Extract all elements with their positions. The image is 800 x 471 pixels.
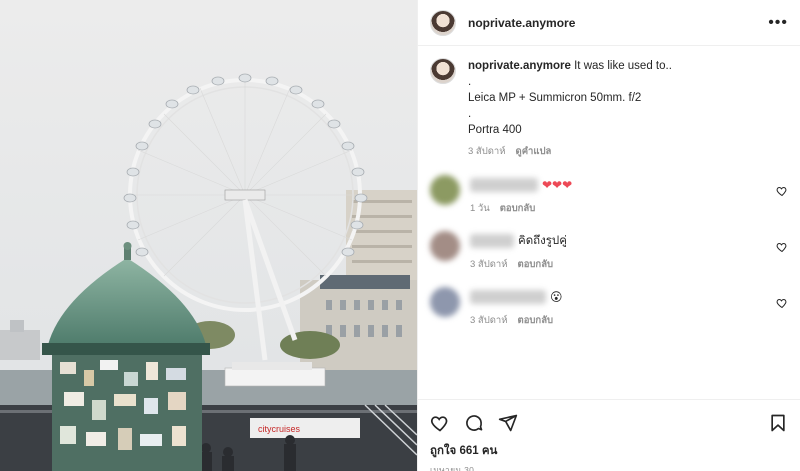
boat-label: citycruises (258, 424, 301, 434)
post-details-panel: noprivate.anymore ••• noprivate.anymore … (417, 0, 800, 471)
caption-text-line: Leica MP + Summicron 50mm. f/2 (468, 92, 642, 104)
header-username[interactable]: noprivate.anymore (468, 16, 575, 30)
share-icon[interactable] (498, 413, 518, 433)
heart-icon[interactable] (430, 413, 450, 433)
bookmark-icon[interactable] (768, 413, 788, 433)
comment-username-blurred[interactable] (470, 290, 546, 304)
comment-line: คิดถึงรูปคู่ (470, 231, 788, 251)
comment-icon[interactable] (464, 413, 484, 433)
caption-meta: 3 สัปดาห์ ดูคำแปล (468, 144, 788, 160)
comment-item: ❤❤❤ 1 วัน ตอบกลับ (430, 175, 788, 216)
action-bar (430, 410, 788, 436)
post-header: noprivate.anymore ••• (418, 0, 800, 46)
comment-meta: 3 สัปดาห์ ตอบกลับ (470, 313, 788, 328)
reply-button[interactable]: ตอบกลับ (518, 313, 554, 328)
comment-time[interactable]: 3 สัปดาห์ (470, 257, 508, 272)
comment-body: 😮 3 สัปดาห์ ตอบกลับ (470, 287, 788, 328)
comments-section: noprivate.anymore It was like used to.. … (418, 46, 800, 399)
london-eye-photo: citycruises (0, 0, 417, 471)
comment-username-blurred[interactable] (470, 234, 514, 248)
post-date[interactable]: เมษายน 30 (430, 463, 788, 471)
comment-time[interactable]: 1 วัน (470, 201, 490, 216)
post-modal: citycruises noprivate.anymore ••• nopriv… (0, 0, 800, 471)
comment-username-blurred[interactable] (470, 178, 538, 192)
caption-text-line: . (468, 108, 472, 120)
caption-username[interactable]: noprivate.anymore (468, 60, 571, 72)
comment-body: ❤❤❤ 1 วัน ตอบกลับ (470, 175, 788, 216)
caption-text-line: . (468, 76, 472, 88)
heart-icon[interactable] (776, 241, 788, 253)
reply-button[interactable]: ตอบกลับ (518, 257, 554, 272)
comment-text: คิดถึงรูปคู่ (518, 235, 567, 247)
likes-count[interactable]: ถูกใจ 661 คน (430, 442, 788, 460)
comment-body: คิดถึงรูปคู่ 3 สัปดาห์ ตอบกลับ (470, 231, 788, 272)
comment-item: 😮 3 สัปดาห์ ตอบกลับ (430, 287, 788, 328)
comment-meta: 1 วัน ตอบกลับ (470, 201, 788, 216)
heart-icon[interactable] (776, 297, 788, 309)
avatar[interactable] (430, 231, 460, 261)
comment-line: 😮 (470, 287, 788, 307)
translate-button[interactable]: ดูคำแปล (516, 144, 552, 160)
avatar[interactable] (430, 175, 460, 205)
more-horizontal-icon[interactable]: ••• (768, 14, 788, 32)
comment-meta: 3 สัปดาห์ ตอบกลับ (470, 257, 788, 272)
post-photo[interactable]: citycruises (0, 0, 417, 471)
caption-body: noprivate.anymore It was like used to.. … (468, 58, 788, 160)
comment-emoji: ❤❤❤ (542, 178, 573, 192)
comment-time[interactable]: 3 สัปดาห์ (470, 313, 508, 328)
heart-icon[interactable] (776, 185, 788, 197)
comment-emoji: 😮 (550, 290, 563, 304)
avatar[interactable] (430, 9, 456, 36)
caption-text-line: Portra 400 (468, 124, 522, 136)
post-footer: ถูกใจ 661 คน เมษายน 30 (418, 399, 800, 471)
comment-line: ❤❤❤ (470, 175, 788, 195)
avatar[interactable] (430, 58, 456, 84)
comment-item: คิดถึงรูปคู่ 3 สัปดาห์ ตอบกลับ (430, 231, 788, 272)
caption-time[interactable]: 3 สัปดาห์ (468, 144, 506, 160)
reply-button[interactable]: ตอบกลับ (500, 201, 536, 216)
avatar[interactable] (430, 287, 460, 317)
caption: noprivate.anymore It was like used to.. … (430, 58, 788, 160)
caption-text-line: It was like used to.. (574, 60, 672, 72)
